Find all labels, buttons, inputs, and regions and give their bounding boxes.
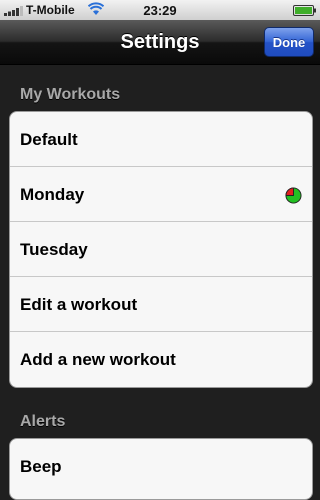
list-item-add-workout[interactable]: Add a new workout	[10, 332, 312, 387]
battery-icon	[293, 5, 316, 16]
navigation-bar: Settings Done	[0, 20, 320, 65]
list-item-label: Edit a workout	[20, 295, 138, 314]
status-bar: T-Mobile 23:29	[0, 0, 320, 20]
list-item-edit-workout[interactable]: Edit a workout	[10, 277, 312, 332]
done-button[interactable]: Done	[264, 27, 314, 57]
list-item-tuesday[interactable]: Tuesday	[10, 222, 312, 277]
list-item-label: Beep	[20, 457, 62, 476]
list-item-label: Default	[20, 130, 78, 149]
list-item-monday[interactable]: Monday	[10, 167, 312, 222]
section-header-my-workouts: My Workouts	[20, 86, 121, 103]
list-item-label: Add a new workout	[20, 350, 176, 369]
alerts-list: Beep	[9, 438, 313, 500]
clock-time: 23:29	[143, 3, 177, 18]
section-header-alerts: Alerts	[20, 413, 66, 430]
workouts-list: Default Monday Tuesday Edit a workout Ad…	[9, 111, 313, 388]
list-item-default[interactable]: Default	[10, 112, 312, 167]
list-item-beep[interactable]: Beep	[10, 439, 312, 494]
list-item-label: Monday	[20, 185, 85, 204]
list-item-label: Tuesday	[20, 240, 88, 259]
progress-pie-icon	[285, 187, 302, 204]
